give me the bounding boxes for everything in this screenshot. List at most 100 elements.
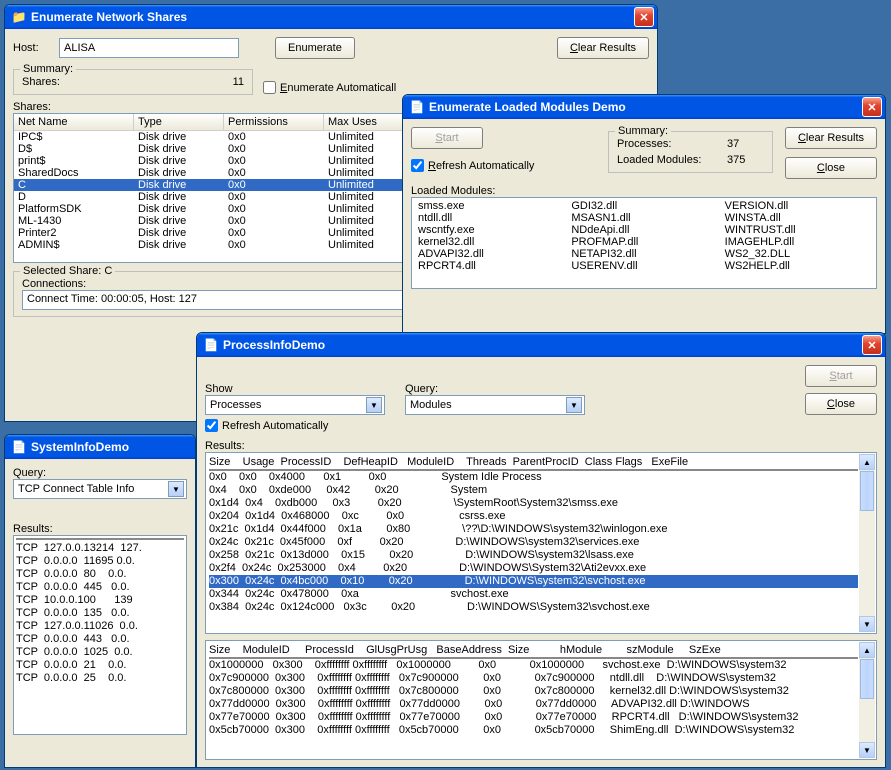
list-item[interactable]: ADVAPI32.dllNETAPI32.dllWS2_32.DLL [414,248,874,260]
close-button[interactable]: Close [785,157,877,179]
chevron-down-icon[interactable]: ▼ [566,397,582,413]
cell-type: Disk drive [134,179,224,191]
enumerate-auto-label: Enumerate Automaticall [280,82,396,94]
list-item[interactable]: 0x21c 0x1d4 0x44f000 0x1a 0x80 \??\D:\WI… [209,523,858,536]
scroll-up-icon[interactable]: ▲ [859,642,875,658]
list-item[interactable]: 0x204 0x1d4 0x468000 0xc 0x0 csrss.exe [209,510,858,523]
list-item[interactable]: TCP 0.0.0.0 21 0.0. [16,659,184,672]
cell-netname: D$ [14,143,134,155]
scroll-down-icon[interactable]: ▼ [859,616,875,632]
list-item[interactable]: TCP 127.0.0.11026 0.0. [16,620,184,633]
refresh-auto-checkbox[interactable]: Refresh Automatically [411,159,534,172]
scrollbar[interactable]: ▲ ▼ [859,642,875,758]
loaded-modules-caption: Loaded Modules: [411,185,877,197]
clear-results-button[interactable]: Clear Results [785,127,877,149]
query-dropdown[interactable]: Modules ▼ [405,395,585,415]
selected-share-legend: Selected Share: C [20,265,115,277]
list-item[interactable]: 0x77e70000 0x300 0xffffffff 0xffffffff 0… [209,711,858,724]
titlebar[interactable]: 📁 Enumerate Network Shares ✕ [5,5,657,29]
loaded-modules-list[interactable]: smss.exeGDI32.dllVERSION.dllntdll.dllMSA… [411,197,877,289]
list-item[interactable]: TCP 0.0.0.0 443 0.0. [16,633,184,646]
list-item[interactable]: 0x77dd0000 0x300 0xffffffff 0xffffffff 0… [209,698,858,711]
scroll-up-icon[interactable]: ▲ [859,454,875,470]
list-item[interactable]: TCP 0.0.0.0 1025 0.0. [16,646,184,659]
cell-type: Disk drive [134,131,224,143]
list-item[interactable]: 0x1d4 0x4 0xdb000 0x3 0x20 \SystemRoot\S… [209,497,858,510]
list-item[interactable]: TCP 127.0.0.13214 127. [16,542,184,555]
window-title: Enumerate Network Shares [31,10,634,24]
list-item[interactable]: TCP 0.0.0.0 135 0.0. [16,607,184,620]
list-item[interactable]: 0x5cb70000 0x300 0xffffffff 0xffffffff 0… [209,724,858,737]
summary-shares-label: Shares: [22,76,60,88]
summary-legend: Summary: [615,125,671,137]
chevron-down-icon[interactable]: ▼ [366,397,382,413]
close-icon[interactable]: ✕ [634,7,654,27]
titlebar[interactable]: 📄 SystemInfoDemo [5,435,195,459]
close-icon[interactable]: ✕ [862,335,882,355]
results-label: Results: [205,440,877,452]
enumerate-auto-checkbox[interactable]: Enumerate Automaticall [263,81,396,94]
show-dropdown[interactable]: Processes ▼ [205,395,385,415]
list-item[interactable]: 0x4 0x0 0xde000 0x42 0x20 System [209,484,858,497]
list-item[interactable]: 0x258 0x21c 0x13d000 0x15 0x20 D:\WINDOW… [209,549,858,562]
titlebar[interactable]: 📄 ProcessInfoDemo ✕ [197,333,885,357]
module-list[interactable]: Size ModuleID ProcessId GlUsgPrUsg BaseA… [205,640,877,760]
list-item[interactable]: TCP 10.0.0.100 139 [16,594,184,607]
enumerate-label: Enumerate [288,42,342,54]
start-label: Start [829,370,852,382]
list-item[interactable]: 0x1000000 0x300 0xffffffff 0xffffffff 0x… [209,659,858,672]
col-permissions[interactable]: Permissions [224,114,324,130]
results-list[interactable]: TCP 127.0.0.13214 127.TCP 0.0.0.0 11695 … [13,535,187,735]
col-netname[interactable]: Net Name [14,114,134,130]
scroll-thumb[interactable] [860,659,874,699]
cell-type: Disk drive [134,191,224,203]
list-item[interactable]: TCP 0.0.0.0 80 0.0. [16,568,184,581]
checkbox-input[interactable] [205,419,218,432]
list-item[interactable]: 0x300 0x24c 0x4bc000 0x10 0x20 D:\WINDOW… [209,575,858,588]
list-item[interactable]: 0x7c900000 0x300 0xffffffff 0xffffffff 0… [209,672,858,685]
close-label: Close [817,162,845,174]
close-icon[interactable]: ✕ [862,97,882,117]
module-cell: GDI32.dll [567,200,720,212]
cell-perm: 0x0 [224,143,324,155]
process-list[interactable]: Size Usage ProcessID DefHeapID ModuleID … [205,452,877,634]
list-item[interactable]: 0x344 0x24c 0x478000 0xa svchost.exe [209,588,858,601]
list-item[interactable]: 0x24c 0x21c 0x45f000 0xf 0x20 D:\WINDOWS… [209,536,858,549]
host-input[interactable] [59,38,239,58]
cell-netname: SharedDocs [14,167,134,179]
titlebar[interactable]: 📄 Enumerate Loaded Modules Demo ✕ [403,95,885,119]
list-item[interactable]: smss.exeGDI32.dllVERSION.dll [414,200,874,212]
scroll-down-icon[interactable]: ▼ [859,742,875,758]
list-item[interactable]: 0x2f4 0x24c 0x253000 0x4 0x20 D:\WINDOWS… [209,562,858,575]
list-item[interactable]: 0x7c800000 0x300 0xffffffff 0xffffffff 0… [209,685,858,698]
checkbox-input[interactable] [263,81,276,94]
col-type[interactable]: Type [134,114,224,130]
refresh-auto-checkbox[interactable]: Refresh Automatically [205,419,328,432]
list-item[interactable]: 0x0 0x0 0x4000 0x1 0x0 System Idle Proce… [209,471,858,484]
clear-results-button[interactable]: Clear Results [557,37,649,59]
enumerate-button[interactable]: Enumerate [275,37,355,59]
list-item[interactable]: TCP 0.0.0.0 25 0.0. [16,672,184,685]
start-button[interactable]: Start [805,365,877,387]
scroll-thumb[interactable] [860,471,874,511]
start-label: Start [435,132,458,144]
module-cell: IMAGEHLP.dll [721,236,874,248]
cell-type: Disk drive [134,203,224,215]
close-button[interactable]: Close [805,393,877,415]
list-item[interactable]: ntdll.dllMSASN1.dllWINSTA.dll [414,212,874,224]
list-item[interactable]: wscntfy.exeNDdeApi.dllWINTRUST.dll [414,224,874,236]
start-button[interactable]: Start [411,127,483,149]
module-cell: kernel32.dll [414,236,567,248]
scrollbar[interactable]: ▲ ▼ [859,454,875,632]
list-item[interactable]: 0x384 0x24c 0x124c000 0x3c 0x20 D:\WINDO… [209,601,858,614]
list-item[interactable]: kernel32.dllPROFMAP.dllIMAGEHLP.dll [414,236,874,248]
cell-netname: Printer2 [14,227,134,239]
list-item[interactable]: RPCRT4.dllUSERENV.dllWS2HELP.dll [414,260,874,272]
query-dropdown[interactable]: TCP Connect Table Info ▼ [13,479,187,499]
list-item[interactable]: TCP 0.0.0.0 445 0.0. [16,581,184,594]
checkbox-input[interactable] [411,159,424,172]
cell-perm: 0x0 [224,131,324,143]
chevron-down-icon[interactable]: ▼ [168,481,184,497]
list-item[interactable]: TCP 0.0.0.0 11695 0.0. [16,555,184,568]
module-cell: RPCRT4.dll [414,260,567,272]
